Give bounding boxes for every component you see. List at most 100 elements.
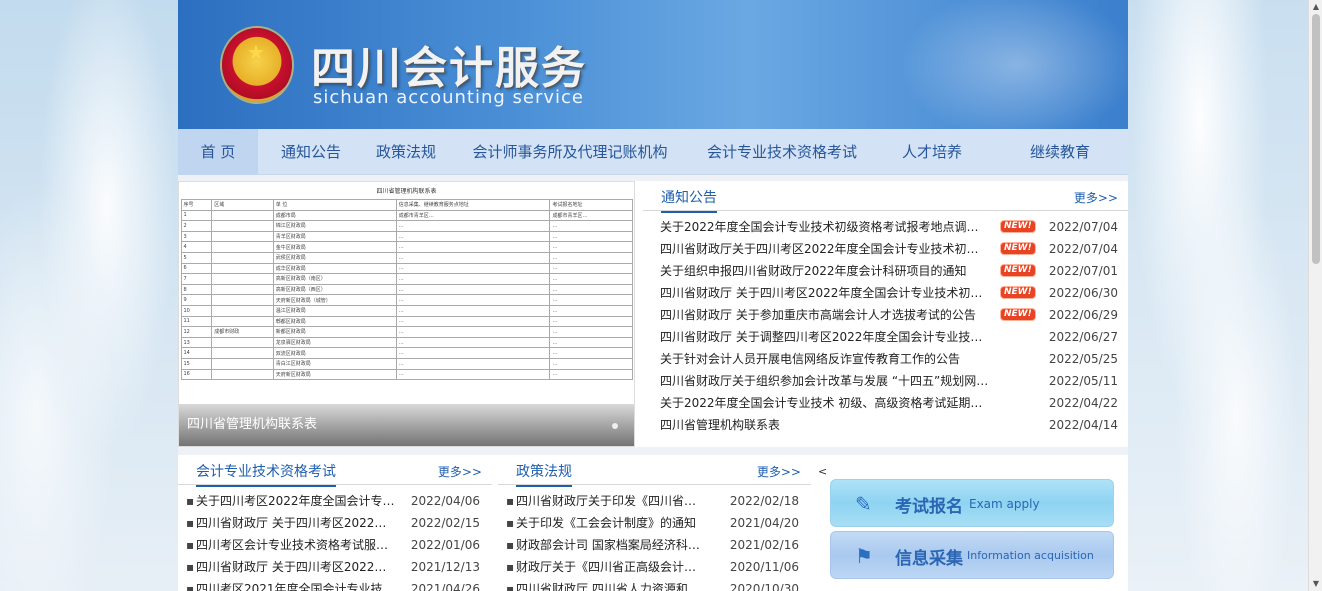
notice-list-item[interactable]: 四川省财政厅 关于参加重庆市高端会计人才选拔考试的公告 NEW! 2022/06/2… (643, 304, 1128, 326)
notice-item-title[interactable]: 四川省管理机构联系表 (660, 414, 990, 436)
scroll-up-icon[interactable]: ▲ (1309, 0, 1322, 14)
policy-item-title[interactable]: 关于印发《工会会计制度》的通知 (516, 512, 716, 534)
exam-item-title[interactable]: 四川省财政厅 关于四川考区2022年度全国… (196, 556, 396, 578)
policy-list-item[interactable]: ▪ 四川省财政厅 四川省人力资源和… 2020/10/30 (498, 578, 811, 591)
policy-list-item[interactable]: ▪ 财政厅关于《四川省正高级会计… 2020/11/06 (498, 556, 811, 578)
notice-list-item[interactable]: 四川省管理机构联系表 2022/04/14 (643, 414, 1128, 436)
slide-table-cell (211, 283, 274, 296)
slide-table-cell: … (395, 241, 551, 253)
main-nav: 首 页 通知公告 政策法规 会计师事务所及代理记账机构 会计专业技术资格考试 人… (178, 128, 1128, 175)
slide-table-cell: … (395, 315, 551, 328)
nav-item-firms[interactable]: 会计师事务所及代理记账机构 (448, 129, 692, 175)
slide-table-row: 7 高新区财政局（南区）…… (180, 273, 633, 285)
exam-item-title[interactable]: 四川考区会计专业技术资格考试服务事项… (196, 534, 396, 556)
exam-panel: 会计专业技术资格考试 更多>> ▪关于四川考区2022年度全国会计专业技术…20… (178, 455, 492, 591)
slide-table-cell: 信息采集、继续教育服务点地址 (395, 199, 551, 211)
slide-table-cell: 5 (180, 251, 213, 264)
slide-table-cell: … (395, 294, 551, 306)
slide-table-cell: 1 (180, 209, 213, 222)
slide-table-cell: 15 (180, 357, 213, 370)
slide-table-cell (211, 304, 274, 317)
notice-list-item[interactable]: 四川省财政厅 关于调整四川考区2022年度全国会计专业技术初… 2022/06/2… (643, 326, 1128, 348)
slide-table-cell: … (549, 294, 633, 306)
policy-panel-title[interactable]: 政策法规 (516, 461, 572, 487)
notice-item-title[interactable]: 关于组织申报四川省财政厅2022年度会计科研项目的通知 (660, 260, 990, 282)
notice-item-title[interactable]: 关于2022年度全国会计专业技术初级资格考试报考地点调转及… (660, 216, 990, 238)
vertical-scrollbar[interactable]: ▲ ▼ (1308, 0, 1322, 591)
notice-list-item[interactable]: 关于组织申报四川省财政厅2022年度会计科研项目的通知 NEW! 2022/07/0… (643, 260, 1128, 282)
exam-item-date: 2021/04/26 (410, 582, 480, 591)
nav-item-policy[interactable]: 政策法规 (364, 129, 448, 175)
exam-apply-label: 考试报名 (895, 497, 963, 517)
notice-item-title[interactable]: 四川省财政厅关于组织参加会计改革与发展 “十四五”规划网… (660, 370, 990, 392)
slide-table-cell: 8 (180, 283, 213, 296)
exam-item-date: 2021/12/13 (410, 560, 480, 574)
nav-item-education[interactable]: 继续教育 (992, 129, 1128, 175)
exam-list-item[interactable]: ▪四川考区会计专业技术资格考试服务事项… 2022/01/06 (178, 534, 492, 556)
notice-item-title[interactable]: 四川省财政厅 关于调整四川考区2022年度全国会计专业技术初… (660, 326, 990, 348)
slide-table-cell: … (549, 230, 633, 243)
notice-item-title[interactable]: 四川省财政厅关于四川考区2022年度全国会计专业技术初级资… (660, 238, 990, 260)
divider (178, 447, 1128, 455)
scroll-down-icon[interactable]: ▼ (1309, 577, 1322, 591)
policy-item-title[interactable]: 四川省财政厅关于印发《四川省… (516, 490, 716, 512)
nav-item-home[interactable]: 首 页 (178, 128, 258, 175)
notice-item-title[interactable]: 关于2022年度全国会计专业技术 初级、高级资格考试延期举行… (660, 392, 990, 414)
notice-item-date: 2022/06/27 (1048, 330, 1118, 344)
slide-table-cell: … (549, 251, 633, 264)
image-slider[interactable]: 四川省管理机构联系表 序号 区域单 位信息采集、继续教育服务点地址 考试报名地址 1 成… (178, 181, 635, 447)
slide-table-cell: 郫都区财政局 (272, 315, 397, 328)
bullet-icon: ▪ (186, 516, 195, 530)
notice-panel-header: 通知公告 更多>> (643, 181, 1128, 213)
info-collect-button[interactable]: ⚑ 信息采集 Information acquisition (830, 531, 1114, 579)
policy-item-title[interactable]: 四川省财政厅 四川省人力资源和… (516, 578, 716, 591)
exam-list-item[interactable]: ▪四川省财政厅 关于四川考区2022年度全国… 2021/12/13 (178, 556, 492, 578)
exam-item-title[interactable]: 四川考区2021年度全国会计专业技术… (196, 578, 396, 591)
policy-item-title[interactable]: 财政部会计司 国家档案局经济科… (516, 534, 716, 556)
policy-list-item[interactable]: ▪ 财政部会计司 国家档案局经济科… 2021/02/16 (498, 534, 811, 556)
notice-item-title[interactable]: 四川省财政厅 关于参加重庆市高端会计人才选拔考试的公告 (660, 304, 990, 326)
quick-links-prev-arrow[interactable]: < (818, 465, 827, 478)
slide-table-cell: … (395, 283, 551, 296)
policy-item-title[interactable]: 财政厅关于《四川省正高级会计… (516, 556, 716, 578)
exam-apply-button[interactable]: ✎ 考试报名 Exam apply (830, 479, 1114, 527)
slide-table-cell: … (549, 262, 633, 275)
notice-list-item[interactable]: 关于2022年度全国会计专业技术 初级、高级资格考试延期举行… 2022/04/2… (643, 392, 1128, 414)
slide-table-cell: 12 (180, 326, 213, 338)
slide-table-row: 10 温江区财政局…… (180, 304, 633, 317)
notice-panel-title[interactable]: 通知公告 (661, 187, 717, 213)
slide-table-cell: … (395, 347, 551, 359)
slide-table-cell: … (549, 368, 633, 381)
notice-list-item[interactable]: 四川省财政厅关于组织参加会计改革与发展 “十四五”规划网… 2022/05/11 (643, 370, 1128, 392)
notice-list-item[interactable]: 四川省财政厅 关于四川考区2022年度全国会计专业技术初级、高级… NEW! 202… (643, 282, 1128, 304)
policy-more-link[interactable]: 更多>> (757, 463, 801, 480)
exam-list-item[interactable]: ▪关于四川考区2022年度全国会计专业技术… 2022/04/06 (178, 490, 492, 512)
notice-item-title[interactable]: 四川省财政厅 关于四川考区2022年度全国会计专业技术初级、高级… (660, 282, 990, 304)
bullet-icon: ▪ (506, 538, 515, 552)
exam-list-item[interactable]: ▪ 四川考区2021年度全国会计专业技术… 2021/04/26 (178, 578, 492, 591)
slide-table-row: 14 双流区财政局…… (180, 347, 633, 359)
policy-list-item[interactable]: ▪ 关于印发《工会会计制度》的通知 2021/04/20 (498, 512, 811, 534)
slide-indicator-dot[interactable] (612, 423, 618, 429)
notice-item-title[interactable]: 关于针对会计人员开展电信网络反诈宣传教育工作的公告 (660, 348, 990, 370)
new-badge-icon: NEW! (1000, 242, 1036, 255)
nav-item-exam[interactable]: 会计专业技术资格考试 (692, 129, 872, 175)
notice-list-item[interactable]: 关于针对会计人员开展电信网络反诈宣传教育工作的公告 2022/05/25 (643, 348, 1128, 370)
policy-list-item[interactable]: ▪ 四川省财政厅关于印发《四川省… 2022/02/18 (498, 490, 811, 512)
nav-item-talent[interactable]: 人才培养 (872, 129, 992, 175)
notice-more-link[interactable]: 更多>> (1074, 189, 1118, 206)
notice-list-item[interactable]: 四川省财政厅关于四川考区2022年度全国会计专业技术初级资… NEW! 2022/0… (643, 238, 1128, 260)
nav-item-notices[interactable]: 通知公告 (258, 129, 364, 175)
slide-caption[interactable]: 四川省管理机构联系表 (187, 413, 317, 432)
new-badge-icon: NEW! (1000, 264, 1036, 277)
slide-table-cell: 成都市青羊区… (395, 209, 551, 222)
exam-more-link[interactable]: 更多>> (438, 463, 482, 480)
notice-list-item[interactable]: 关于2022年度全国会计专业技术初级资格考试报考地点调转及… NEW! 2022/0… (643, 216, 1128, 238)
slide-table-cell: 高新区财政局（南区） (272, 273, 397, 285)
exam-item-title[interactable]: 四川省财政厅 关于四川考区2022年度全国… (196, 512, 396, 534)
scroll-thumb[interactable] (1312, 14, 1320, 264)
exam-panel-title[interactable]: 会计专业技术资格考试 (196, 461, 336, 487)
exam-list-item[interactable]: ▪四川省财政厅 关于四川考区2022年度全国… 2022/02/15 (178, 512, 492, 534)
slide-table-row: 2 锦江区财政局…… (180, 220, 633, 232)
exam-item-title[interactable]: 关于四川考区2022年度全国会计专业技术… (196, 490, 396, 512)
